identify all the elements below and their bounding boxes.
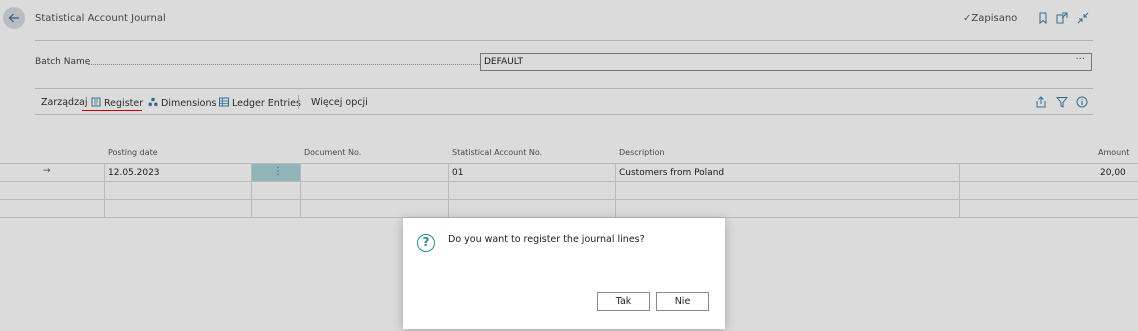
confirm-dialog: ? Do you want to register the journal li… [403,218,725,329]
yes-button[interactable]: Tak [597,292,650,311]
dialog-message: Do you want to register the journal line… [448,234,645,245]
question-icon: ? [417,234,435,252]
no-button[interactable]: Nie [656,292,709,311]
